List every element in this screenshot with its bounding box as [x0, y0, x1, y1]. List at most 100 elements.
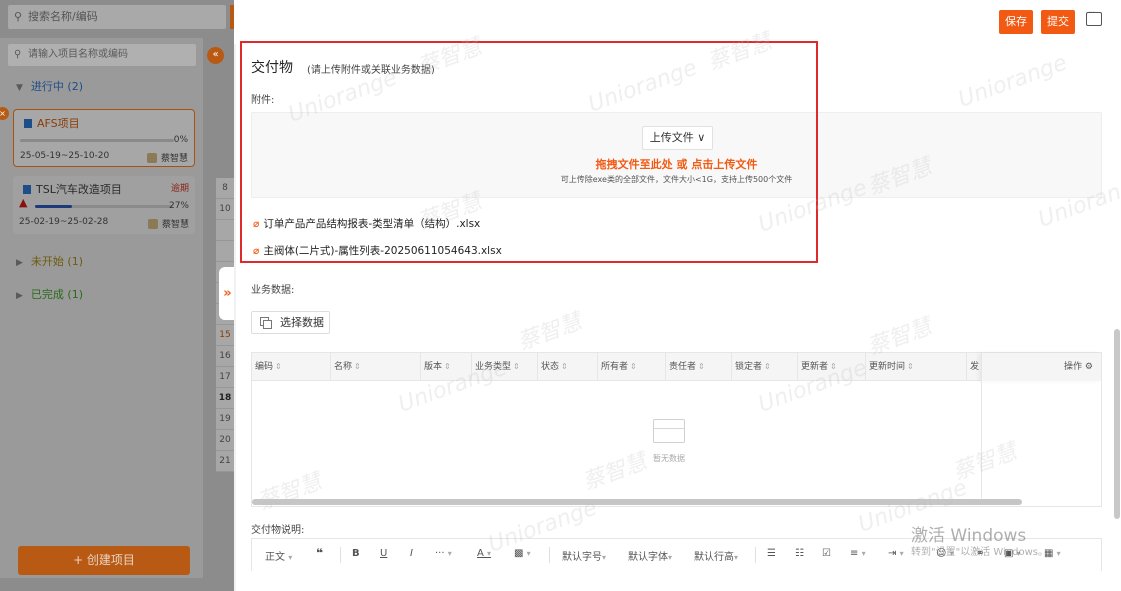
checklist-icon[interactable]: ☑	[822, 548, 831, 559]
column-header[interactable]: 更新者 ⇕	[798, 353, 866, 381]
avatar	[146, 153, 157, 163]
day-number: 15	[216, 325, 234, 346]
align-icon[interactable]: ≡ ▾	[850, 548, 866, 559]
numbered-list-icon[interactable]: ☷	[795, 548, 804, 559]
progress-bar	[20, 139, 174, 142]
sort-icon[interactable]: ⇕	[354, 362, 361, 371]
horizontal-scrollbar[interactable]	[252, 499, 1022, 505]
group-not-started[interactable]: ▶ 未开始 (1)	[16, 253, 83, 269]
caret-right-icon: ▶	[16, 291, 23, 301]
bullet-list-icon[interactable]: ☰	[767, 548, 776, 559]
group-completed[interactable]: ▶ 已完成 (1)	[16, 286, 83, 302]
create-project-button[interactable]: + 创建项目	[18, 546, 190, 575]
project-owner: 蔡智慧	[146, 151, 188, 164]
sort-icon[interactable]: ⇕	[764, 362, 771, 371]
sort-icon[interactable]: ⇕	[444, 362, 451, 371]
column-header[interactable]: 所有者 ⇕	[598, 353, 666, 381]
italic-icon[interactable]: I	[410, 548, 413, 559]
owner-name: 蔡智慧	[161, 220, 189, 230]
column-header-label: 更新时间	[869, 362, 906, 372]
caret-down-icon: ▼	[16, 83, 23, 93]
sort-icon[interactable]: ⇕	[513, 362, 520, 371]
column-header[interactable]: 业务类型 ⇕	[472, 353, 538, 381]
font-size-dropdown[interactable]: 默认字号▾	[562, 548, 606, 563]
project-card[interactable]: TSL汽车改造项目 逾期 ▲ 27% 25-02-19~25-02-28 蔡智慧	[13, 176, 195, 234]
day-number	[216, 220, 234, 241]
font-family-dropdown[interactable]: 默认字体▾	[628, 548, 672, 563]
actions-column	[981, 381, 1101, 498]
column-header[interactable]: 锁定者 ⇕	[732, 353, 798, 381]
sort-icon[interactable]: ⇕	[830, 362, 837, 371]
column-header-label: 版本	[424, 362, 443, 372]
day-number: 16	[216, 346, 234, 367]
day-number: 10	[216, 199, 234, 220]
save-button[interactable]: 保存	[999, 10, 1033, 34]
avatar	[147, 219, 158, 229]
column-header[interactable]: 发	[967, 353, 981, 381]
group-label: 进行中 (2)	[30, 80, 83, 93]
paragraph-style-dropdown[interactable]: 正文 ▾	[265, 548, 292, 563]
vertical-scrollbar[interactable]	[1114, 329, 1120, 519]
project-card[interactable]: AFS项目 0% 25-05-19~25-10-20 蔡智慧	[13, 109, 195, 167]
column-header-label: 发	[970, 362, 980, 372]
caret-right-icon: ▶	[16, 258, 23, 268]
sort-icon[interactable]: ⇕	[907, 362, 914, 371]
toolbar-divider	[340, 547, 341, 563]
progress-percent: 27%	[168, 201, 189, 211]
project-dates: 25-02-19~25-02-28	[19, 217, 109, 227]
day-number	[216, 241, 234, 262]
more-icon[interactable]: ··· ▾	[435, 548, 452, 559]
column-header-label: 锁定者	[735, 362, 763, 372]
collapse-panel-icon[interactable]: «	[207, 47, 224, 64]
progress-percent: 0%	[173, 135, 188, 145]
sort-icon[interactable]: ⇕	[630, 362, 637, 371]
project-name: AFS项目	[24, 115, 80, 131]
caret-down-icon: ▾	[288, 553, 293, 562]
table-header: 编码 ⇕ 名称 ⇕ 版本 ⇕ 业务类型 ⇕ 状态 ⇕ 所有者 ⇕ 责任者 ⇕ 锁定者 ⇕ 更新者…	[252, 353, 1101, 381]
project-list-panel: ⚲ 请输入项目名称或编码 ▼ 进行中 (2) AFS项目 0% 25-05-19~…	[0, 38, 203, 578]
sort-icon[interactable]: ⇕	[698, 362, 705, 371]
progress-bar	[35, 205, 173, 208]
select-data-button[interactable]: 选择数据	[251, 311, 330, 334]
submit-button[interactable]: 提交	[1041, 10, 1075, 34]
project-search-placeholder: 请输入项目名称或编码	[28, 49, 128, 60]
column-header[interactable]: 版本 ⇕	[421, 353, 472, 381]
project-search-input[interactable]: ⚲ 请输入项目名称或编码	[8, 44, 196, 66]
day-number: 20	[216, 430, 234, 451]
select-data-label: 选择数据	[280, 316, 324, 329]
empty-state-text: 暂无数据	[653, 454, 685, 463]
line-height-dropdown[interactable]: 默认行高▾	[694, 548, 738, 563]
description-label: 交付物说明:	[251, 525, 305, 536]
column-header[interactable]: 责任者 ⇕	[666, 353, 732, 381]
group-label: 已完成 (1)	[30, 288, 83, 301]
font-family-label: 默认字体	[628, 552, 668, 563]
calendar-day-column: 8 10 14 15 16 17 18 19 20 21	[216, 178, 234, 472]
settings-icon[interactable]: ⚙	[1085, 362, 1093, 372]
message-icon[interactable]	[1086, 8, 1102, 26]
column-header-label: 名称	[334, 362, 353, 372]
business-data-label: 业务数据:	[251, 285, 295, 296]
font-color-icon[interactable]: A ▾	[477, 548, 491, 559]
column-header[interactable]: 编码 ⇕	[252, 353, 331, 381]
column-header[interactable]: 名称 ⇕	[331, 353, 421, 381]
sort-icon[interactable]: ⇕	[275, 362, 282, 371]
group-in-progress[interactable]: ▼ 进行中 (2)	[16, 78, 83, 94]
deliverable-drawer: 保存 提交 交付物 (请上传附件或关联业务数据) 附件: 上传文件 ∨ 拖拽文件…	[234, 0, 1121, 591]
font-size-label: 默认字号	[562, 552, 602, 563]
toolbar-divider	[549, 547, 550, 563]
column-header[interactable]: 状态 ⇕	[538, 353, 598, 381]
bold-icon[interactable]: B	[352, 548, 360, 559]
background-color-icon[interactable]: ▩ ▾	[514, 548, 531, 559]
quote-icon[interactable]: ❝	[316, 546, 323, 560]
background-project-panel: ⚲ 搜索名称/编码 ⚲ 请输入项目名称或编码 ▼ 进行中 (2) AFS项目 0%…	[0, 0, 236, 591]
underline-icon[interactable]: U	[380, 548, 387, 559]
drawer-content: 交付物 (请上传附件或关联业务数据) 附件: 上传文件 ∨ 拖拽文件至此处 或 …	[234, 29, 1121, 591]
search-icon: ⚲	[14, 10, 23, 23]
project-icon	[24, 119, 32, 128]
progress-fill	[35, 205, 73, 208]
project-name-text: AFS项目	[37, 117, 80, 130]
top-search-input[interactable]: ⚲ 搜索名称/编码	[8, 5, 226, 29]
column-header[interactable]: 更新时间 ⇕	[866, 353, 967, 381]
indent-icon[interactable]: ⇥ ▾	[888, 548, 904, 559]
sort-icon[interactable]: ⇕	[561, 362, 568, 371]
